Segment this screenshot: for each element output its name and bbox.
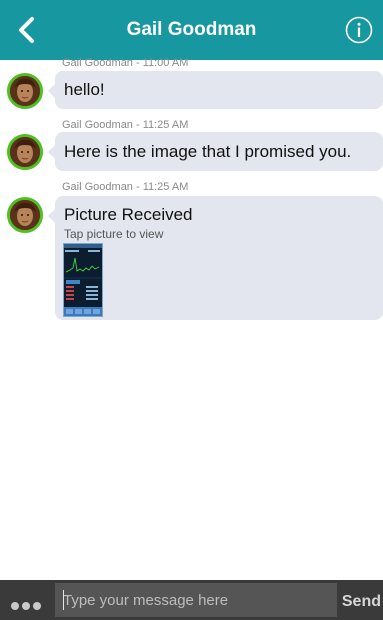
send-button[interactable]: Send [342, 580, 381, 620]
message-subtext: Tap picture to view [64, 227, 164, 241]
message-meta: Gail Goodman - 11:00 AM [62, 57, 189, 69]
contact-name-title: Gail Goodman [126, 19, 257, 40]
contact-photo [10, 200, 40, 230]
chat-screen: Gail Goodman Gail Goodman - 11:00 AM hel… [0, 0, 383, 620]
chat-header: Gail Goodman [0, 0, 383, 60]
info-icon [345, 16, 373, 44]
message-composer: Send [0, 580, 383, 620]
image-thumbnail[interactable] [63, 243, 103, 317]
avatar[interactable] [7, 73, 43, 109]
message-item: Gail Goodman - 11:25 AM Here is the imag… [0, 119, 383, 177]
message-bubble[interactable]: hello! [48, 71, 383, 109]
image-preview [64, 244, 102, 316]
message-bubble[interactable]: Picture Received Tap picture to view [48, 196, 383, 320]
ellipsis-icon [11, 602, 19, 610]
avatar[interactable] [7, 197, 43, 233]
avatar[interactable] [7, 134, 43, 170]
ellipsis-icon [22, 602, 30, 610]
message-text: hello! [64, 80, 105, 99]
message-input[interactable] [55, 583, 337, 617]
message-text: Here is the image that I promised you. [64, 142, 352, 161]
contact-photo [10, 76, 40, 106]
message-list[interactable]: Gail Goodman - 11:00 AM hello! Gail Good… [0, 57, 383, 580]
message-bubble[interactable]: Here is the image that I promised you. [48, 132, 383, 171]
info-button[interactable] [345, 16, 373, 44]
message-text: Picture Received [64, 205, 193, 224]
message-meta: Gail Goodman - 11:25 AM [62, 181, 189, 193]
message-item: Gail Goodman - 11:00 AM hello! [0, 57, 383, 115]
message-item: Gail Goodman - 11:25 AM Picture Received… [0, 181, 383, 324]
message-meta: Gail Goodman - 11:25 AM [62, 119, 189, 131]
more-options-button[interactable] [11, 597, 49, 610]
text-cursor [63, 590, 64, 610]
ellipsis-icon [33, 602, 41, 610]
contact-photo [10, 137, 40, 167]
